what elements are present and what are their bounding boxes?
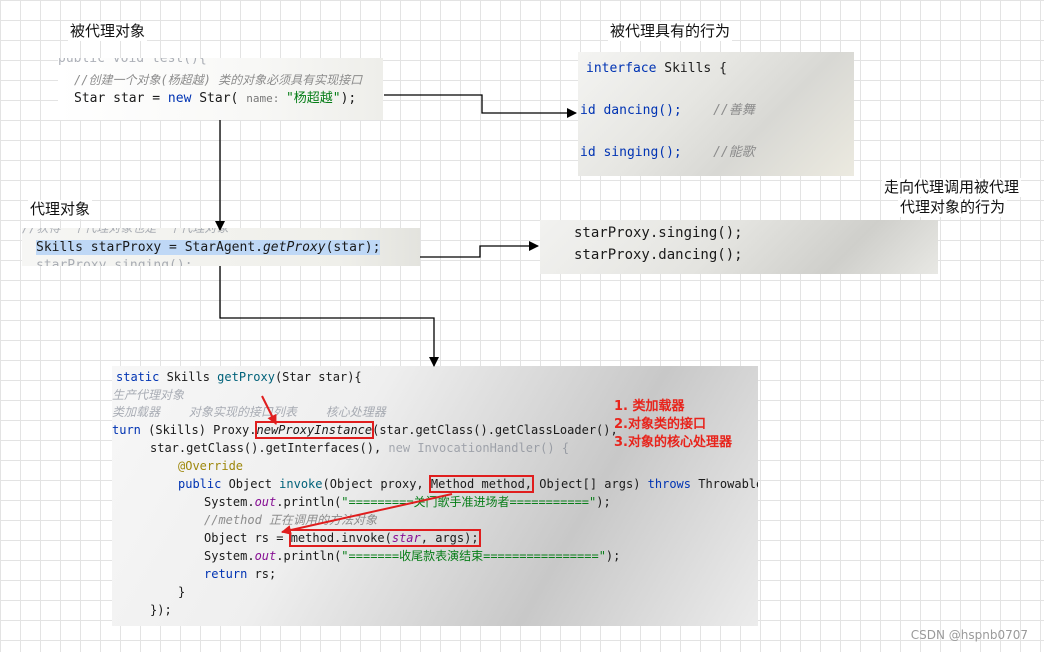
red-arrow-to-newproxyinstance <box>261 395 277 425</box>
watermark: CSDN @hspnb0707 <box>910 628 1028 642</box>
red-arrow-to-invoke <box>281 493 453 535</box>
arrow-proxy-to-getproxy <box>219 266 439 367</box>
connectors <box>215 94 577 535</box>
arrow-proxy-to-calls <box>420 241 539 258</box>
arrow-star-to-skills <box>384 94 577 118</box>
